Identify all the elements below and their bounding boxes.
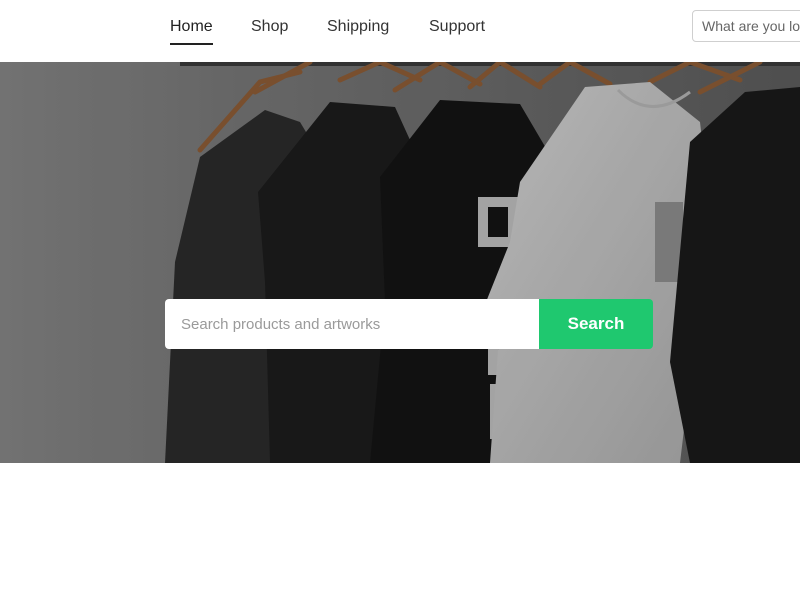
hero-search-input[interactable] [165, 299, 539, 349]
hero-banner: Search [0, 62, 800, 463]
hero-search-button[interactable]: Search [539, 299, 653, 349]
top-navigation-bar: Home Shop Shipping Support [0, 0, 800, 62]
nav-support[interactable]: Support [429, 17, 485, 43]
nav-home[interactable]: Home [170, 17, 213, 45]
nav-shop[interactable]: Shop [251, 17, 288, 43]
nav-shipping[interactable]: Shipping [327, 17, 389, 43]
header-search-input[interactable] [692, 10, 800, 42]
hero-search-bar: Search [165, 299, 653, 349]
hero-tshirts-image [0, 62, 800, 463]
